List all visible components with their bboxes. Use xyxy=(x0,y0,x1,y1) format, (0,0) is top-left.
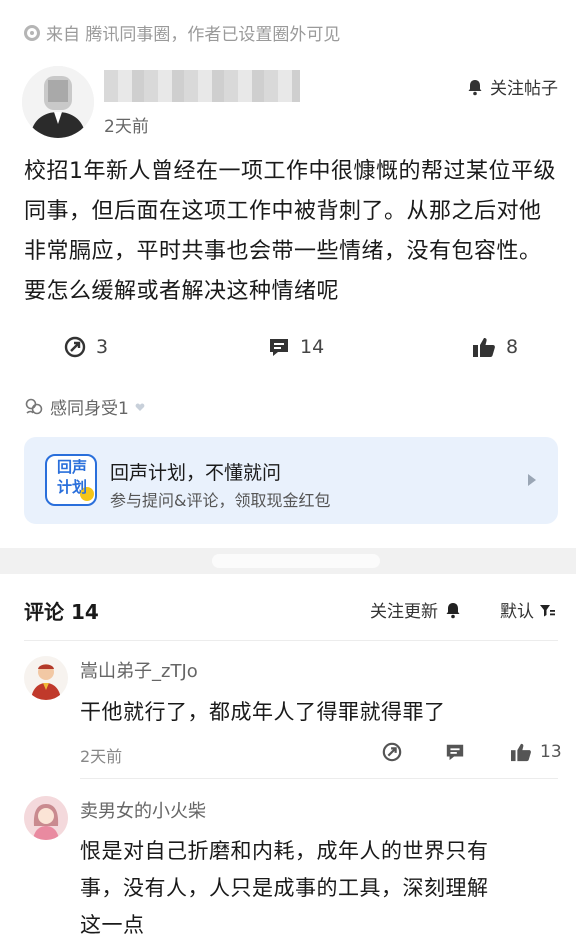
girl-avatar-icon xyxy=(24,796,68,840)
header-divider xyxy=(24,640,558,641)
follow-post-button[interactable]: 关注帖子 xyxy=(466,74,558,99)
comment-text: 恨是对自己折磨和内耗，成年人的世界只有 事，没有人，人只是成事的工具，深刻理解 … xyxy=(80,833,489,944)
resonate-indicator[interactable]: 感同身受1 xyxy=(24,394,145,419)
comment-button[interactable]: 14 xyxy=(268,336,324,358)
thumbs-up-icon xyxy=(511,743,531,762)
like-button[interactable]: 8 xyxy=(472,336,518,358)
sort-icon xyxy=(540,604,555,616)
share-button[interactable]: 3 xyxy=(64,336,108,358)
comment-author-name[interactable]: 嵩山弟子_zTJo xyxy=(80,657,198,683)
chevron-right-icon xyxy=(528,474,536,486)
post-body: 校招1年新人曾经在一项工作中很慷慨的帮过某位平级同事，但后面在这项工作中被背刺了… xyxy=(24,159,556,304)
hugging-hearts-icon xyxy=(25,398,43,414)
banner-title: 回声计划，不懂就问 xyxy=(110,462,282,484)
sort-dropdown[interactable]: 默认 xyxy=(500,597,556,622)
follow-post-label: 关注帖子 xyxy=(490,79,558,99)
small-heart-icon xyxy=(135,403,145,411)
comment-avatar[interactable] xyxy=(24,656,68,700)
sort-label: 默认 xyxy=(500,602,534,622)
watermark-blur xyxy=(212,554,380,568)
follow-updates-label: 关注更新 xyxy=(370,602,438,622)
author-avatar[interactable] xyxy=(22,66,94,138)
source-line: 来自 腾讯同事圈，作者已设置圈外可见 xyxy=(24,20,340,45)
section-divider xyxy=(0,548,576,574)
bell-icon xyxy=(468,79,482,95)
author-name-pixelated[interactable] xyxy=(104,70,300,102)
comment-text: 干他就行了，都成年人了得罪就得罪了 xyxy=(80,700,446,724)
circle-icon xyxy=(24,24,40,41)
banner-subtitle: 参与提问&评论，领取现金红包 xyxy=(110,491,331,510)
comment-divider xyxy=(80,778,558,779)
post-time: 2天前 xyxy=(104,117,149,137)
comment-avatar[interactable] xyxy=(24,796,68,840)
comment-icon xyxy=(270,339,288,356)
comment-text-line: 这一点 xyxy=(80,913,145,937)
comment-author-name[interactable]: 卖男女的小火柴 xyxy=(80,797,206,823)
logo-line-2: 计划 xyxy=(56,478,87,496)
comment-icon xyxy=(446,744,464,761)
post-action-bar: 3 14 8 xyxy=(0,336,576,366)
comment-like-count: 13 xyxy=(540,742,562,762)
like-count: 8 xyxy=(506,336,519,358)
comments-title: 评论 14 xyxy=(24,600,99,624)
source-text: 来自 腾讯同事圈，作者已设置圈外可见 xyxy=(46,25,341,45)
resonate-label: 感同身受1 xyxy=(50,399,129,419)
share-icon xyxy=(64,336,86,358)
comment-count: 14 xyxy=(300,336,325,358)
comment-time: 2天前 xyxy=(80,747,123,766)
person-icon xyxy=(22,66,94,138)
echo-plan-banner[interactable]: 回声 计划 回声计划，不懂就问 参与提问&评论，领取现金红包 xyxy=(24,437,558,524)
follow-updates-button[interactable]: 关注更新 xyxy=(370,597,462,622)
echo-plan-logo-text: 回声 计划 xyxy=(50,457,94,497)
monk-avatar-icon xyxy=(24,656,68,700)
share-count: 3 xyxy=(96,336,109,358)
thumbs-up-icon xyxy=(473,338,495,357)
comment-share-button[interactable] xyxy=(382,742,402,762)
share-icon xyxy=(382,742,402,762)
logo-line-1: 回声 xyxy=(56,458,87,476)
comment-like-button[interactable]: 13 xyxy=(510,742,562,762)
comment-reply-button[interactable] xyxy=(445,742,465,762)
comment-text-line: 恨是对自己折磨和内耗，成年人的世界只有 xyxy=(80,839,489,863)
comment-text-line: 事，没有人，人只是成事的工具，深刻理解 xyxy=(80,876,489,900)
bell-icon xyxy=(446,602,460,618)
